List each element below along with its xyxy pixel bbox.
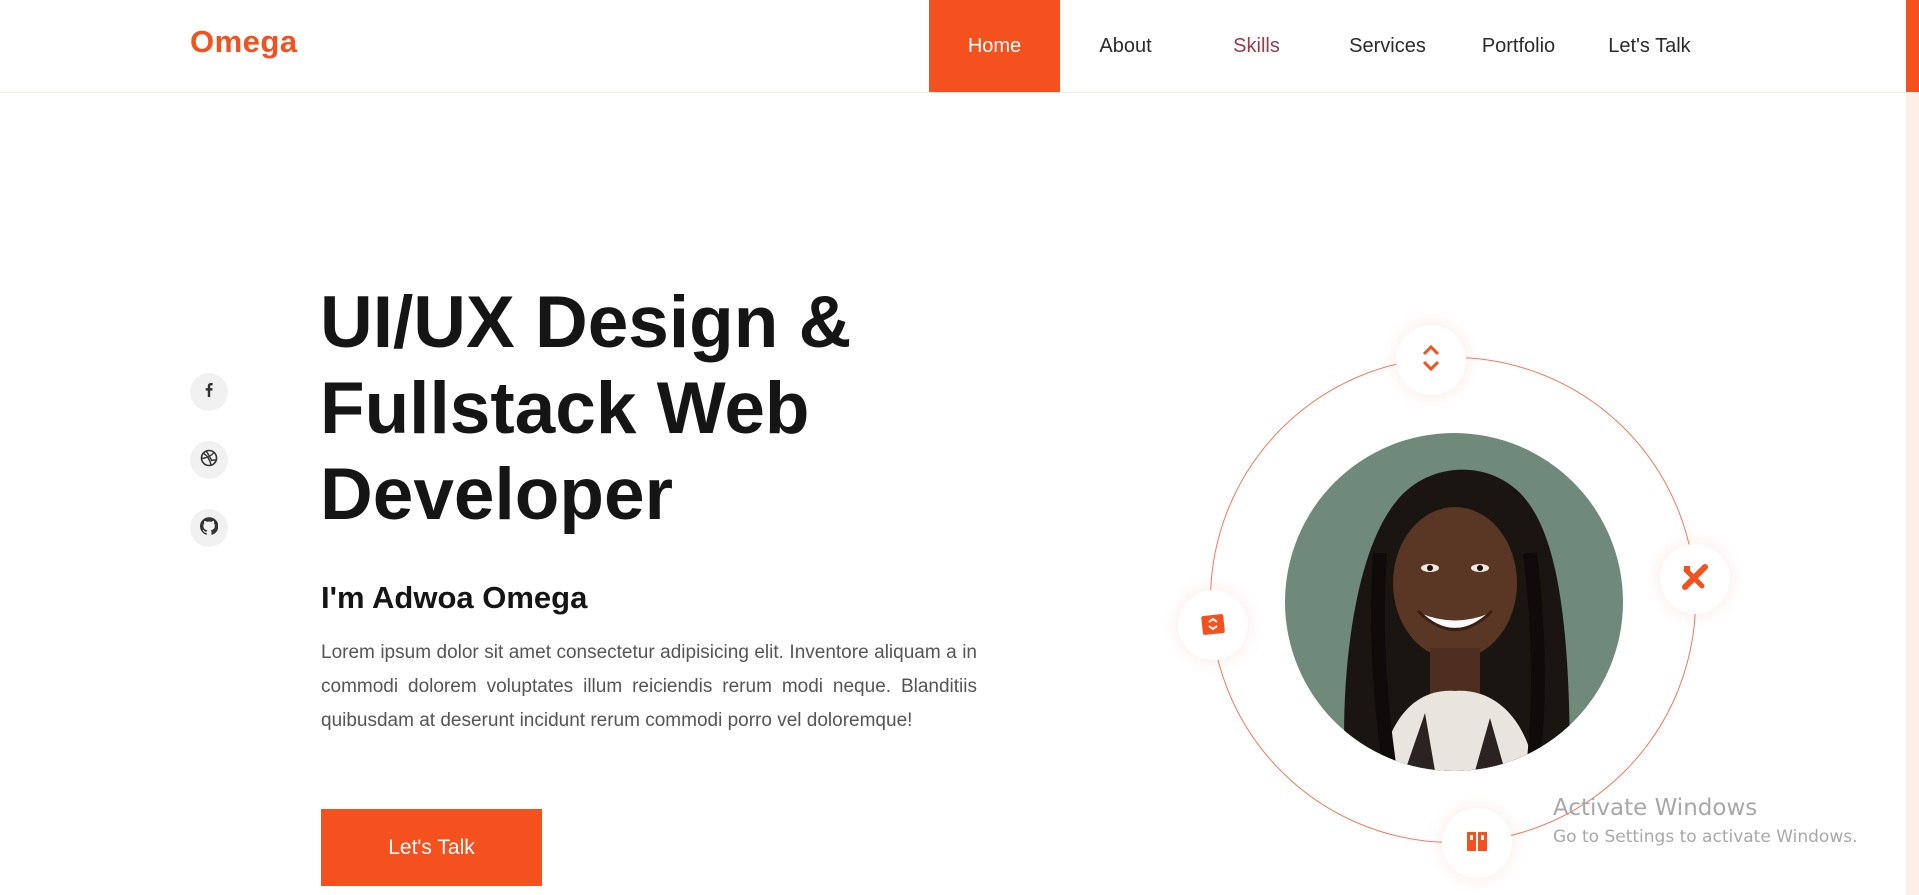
profile-photo [1285, 433, 1623, 771]
brand-logo[interactable]: Omega [190, 24, 298, 60]
facebook-link[interactable] [190, 373, 228, 411]
orbit-portfolio-icon-badge [1178, 590, 1248, 660]
nav-skills[interactable]: Skills [1191, 0, 1322, 92]
hero-name: I'm Adwoa Omega [321, 580, 588, 615]
orbit-code-icon-badge [1396, 325, 1466, 395]
windows-activation-watermark: Activate Windows Go to Settings to activ… [1553, 795, 1858, 847]
github-link[interactable] [190, 509, 228, 547]
nav-home[interactable]: Home [929, 0, 1060, 92]
hero-description: Lorem ipsum dolor sit amet consectetur a… [321, 642, 977, 731]
navbar: Omega Home About Skills Services Portfol… [0, 0, 1919, 93]
nav-about[interactable]: About [1060, 0, 1191, 92]
scrollbar-thumb[interactable] [1906, 0, 1919, 92]
scrollbar[interactable] [1906, 0, 1919, 895]
books-icon [1464, 828, 1490, 859]
nav-services[interactable]: Services [1322, 0, 1453, 92]
facebook-icon [201, 382, 217, 403]
nav-portfolio[interactable]: Portfolio [1453, 0, 1584, 92]
design-tools-icon [1681, 563, 1709, 596]
hero-title: UI/UX Design & Fullstack Web Developer [320, 282, 852, 535]
orbit-books-icon-badge [1442, 808, 1512, 878]
dribbble-link[interactable] [190, 441, 228, 479]
orbit-tools-icon-badge [1660, 544, 1730, 614]
dribbble-icon [200, 449, 218, 472]
watermark-title: Activate Windows [1553, 795, 1758, 821]
lets-talk-button[interactable]: Let's Talk [321, 809, 542, 886]
watermark-subtitle: Go to Settings to activate Windows. [1553, 827, 1858, 847]
portfolio-icon [1200, 610, 1226, 641]
code-arrows-icon [1420, 343, 1442, 378]
nav-lets-talk[interactable]: Let's Talk [1584, 0, 1715, 92]
github-icon [199, 516, 219, 540]
